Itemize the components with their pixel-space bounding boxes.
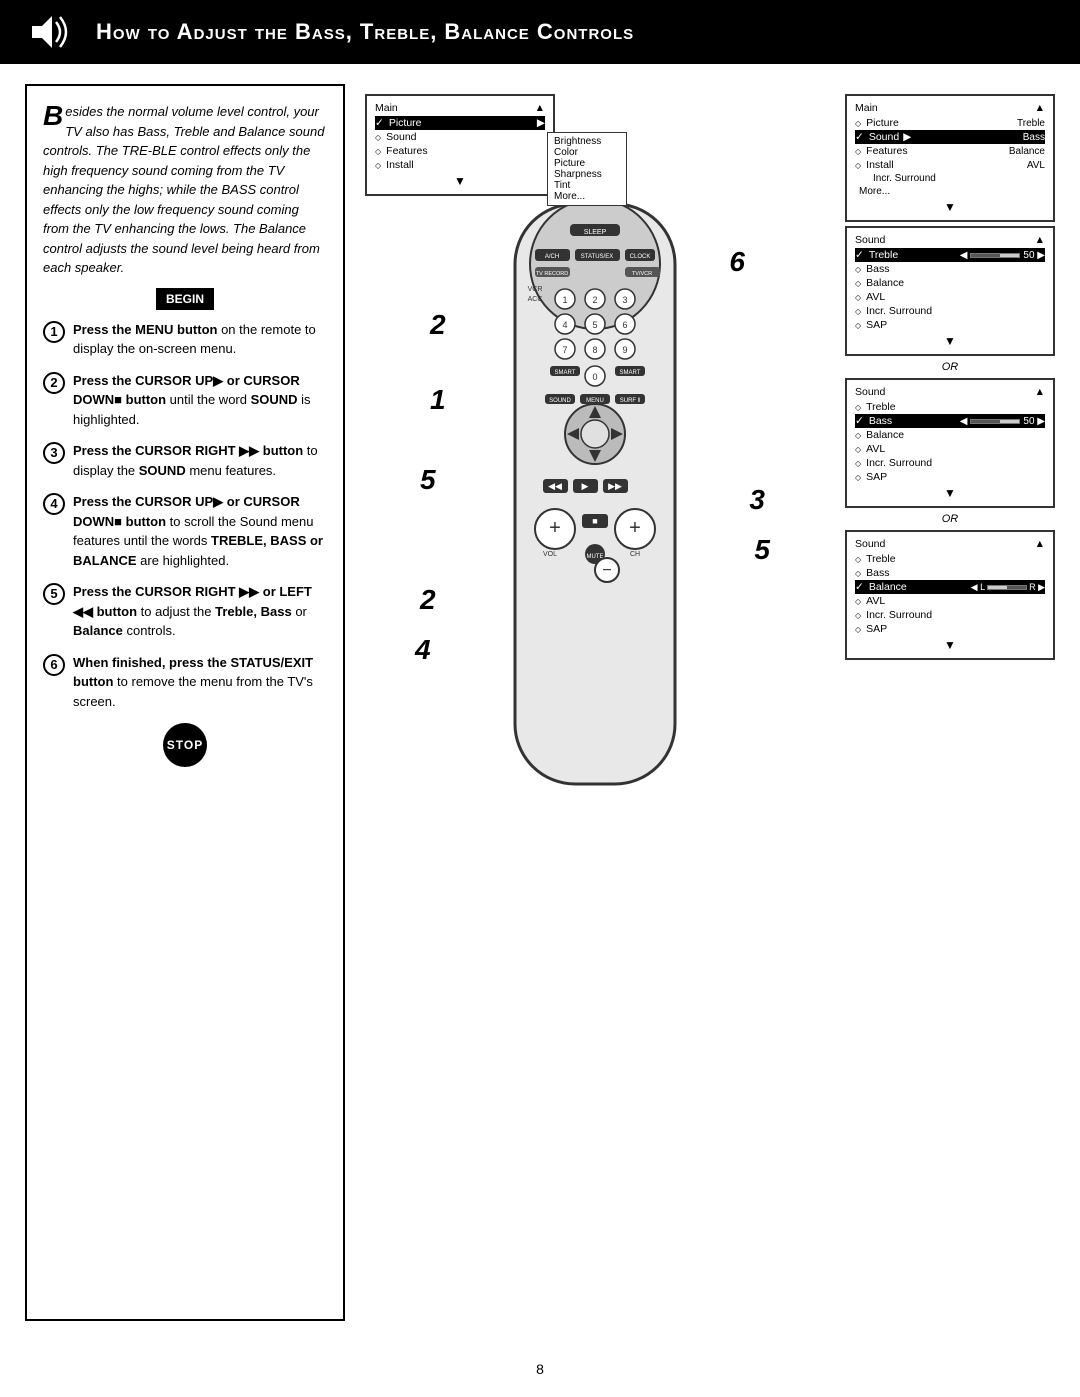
step-2: 2 Press the CURSOR UP▶ or CURSOR DOWN■ b… <box>43 371 327 430</box>
step-6-number: 6 <box>43 654 65 676</box>
or-label-2: OR <box>845 513 1055 525</box>
step-2-number: 2 <box>43 372 65 394</box>
svg-text:4: 4 <box>562 320 567 330</box>
main-menu-screen: Main ▲ ✓Picture ▶ Brightness Color Pictu… <box>365 94 535 196</box>
page-title: How to Adjust the Bass, Treble, Balance … <box>96 19 634 45</box>
svg-text:7: 7 <box>562 345 567 355</box>
right-screens: Main ▲ ◇Picture Treble ✓Sound ▶ Bass ◇Fe… <box>845 94 1055 1321</box>
svg-text:ACC: ACC <box>528 296 543 303</box>
svg-text:▶: ▶ <box>582 481 589 491</box>
svg-text:+: + <box>549 517 561 539</box>
svg-text:A/CH: A/CH <box>545 254 559 260</box>
svg-text:VOL: VOL <box>543 551 557 558</box>
drop-cap: B <box>43 102 63 130</box>
step-3-text: Press the CURSOR RIGHT ▶▶ button to disp… <box>73 441 327 480</box>
svg-text:CH: CH <box>630 551 640 558</box>
svg-text:SMART: SMART <box>620 370 641 376</box>
step-6: 6 When finished, press the STATUS/EXIT b… <box>43 653 327 712</box>
content-area: B esides the normal volume level control… <box>0 64 1080 1341</box>
svg-text:8: 8 <box>592 345 597 355</box>
svg-text:SURF ‖: SURF ‖ <box>620 398 640 404</box>
step-5: 5 Press the CURSOR RIGHT ▶▶ or LEFT ◀◀ b… <box>43 582 327 641</box>
step-6-text: When finished, press the STATUS/EXIT but… <box>73 653 327 712</box>
svg-text:TV/VCR: TV/VCR <box>632 271 652 277</box>
svg-text:−: − <box>602 562 611 579</box>
step-overlay-2a: 2 <box>430 309 446 341</box>
svg-text:+: + <box>629 517 641 539</box>
step-overlay-1: 1 <box>430 384 446 416</box>
stop-icon: STOP <box>163 723 207 767</box>
step-overlay-3: 3 <box>749 484 765 516</box>
center-panel: Main ▲ ✓Picture ▶ Brightness Color Pictu… <box>355 84 835 1321</box>
step-5-text: Press the CURSOR RIGHT ▶▶ or LEFT ◀◀ but… <box>73 582 327 641</box>
stop-badge: STOP <box>43 723 327 767</box>
step-4: 4 Press the CURSOR UP▶ or CURSOR DOWN■ b… <box>43 492 327 570</box>
svg-text:■: ■ <box>592 516 597 526</box>
step-4-text: Press the CURSOR UP▶ or CURSOR DOWN■ but… <box>73 492 327 570</box>
screen-main-sound: Main ▲ ◇Picture Treble ✓Sound ▶ Bass ◇Fe… <box>845 94 1055 222</box>
step-1: 1 Press the MENU button on the remote to… <box>43 320 327 359</box>
or-label-1: OR <box>845 361 1055 373</box>
svg-text:STATUS/EX: STATUS/EX <box>581 254 613 260</box>
left-panel: B esides the normal volume level control… <box>25 84 345 1321</box>
intro-text: B esides the normal volume level control… <box>43 102 327 278</box>
step-1-text: Press the MENU button on the remote to d… <box>73 320 327 359</box>
step-overlay-6: 6 <box>729 246 745 278</box>
step-3-number: 3 <box>43 442 65 464</box>
svg-text:3: 3 <box>622 295 627 305</box>
svg-text:2: 2 <box>592 295 597 305</box>
svg-text:VCR: VCR <box>528 286 543 293</box>
svg-text:▶▶: ▶▶ <box>608 481 622 491</box>
svg-text:SLEEP: SLEEP <box>584 229 607 236</box>
step-2-text: Press the CURSOR UP▶ or CURSOR DOWN■ but… <box>73 371 327 430</box>
svg-text:SOUND: SOUND <box>549 398 571 404</box>
svg-text:9: 9 <box>622 345 627 355</box>
svg-text:0: 0 <box>592 372 597 382</box>
page-header: How to Adjust the Bass, Treble, Balance … <box>0 0 1080 64</box>
svg-text:CLOCK: CLOCK <box>630 254 651 260</box>
step-3: 3 Press the CURSOR RIGHT ▶▶ button to di… <box>43 441 327 480</box>
step-5-number: 5 <box>43 583 65 605</box>
step-overlay-2b: 2 <box>420 584 436 616</box>
screen-sound-balance: Sound ▲ ◇Treble ◇Bass ✓Balance ◀ L R ▶ ◇… <box>845 530 1055 660</box>
svg-text:1: 1 <box>562 295 567 305</box>
screen-sound-bass: Sound ▲ ◇Treble ✓Bass ◀ 50 ▶ ◇Balance ◇A… <box>845 378 1055 508</box>
speaker-icon <box>30 12 80 52</box>
steps-list: 1 Press the MENU button on the remote to… <box>43 320 327 712</box>
svg-text:5: 5 <box>592 320 597 330</box>
svg-text:SMART: SMART <box>555 370 576 376</box>
svg-text:6: 6 <box>622 320 627 330</box>
step-overlay-4: 4 <box>415 634 431 666</box>
step-1-number: 1 <box>43 321 65 343</box>
remote-svg: SLEEP A/CH STATUS/EX CLOCK TV RECORD TV/… <box>455 194 735 874</box>
svg-text:◀◀: ◀◀ <box>548 481 562 491</box>
svg-text:TV RECORD: TV RECORD <box>536 271 568 277</box>
remote-control[interactable]: SLEEP A/CH STATUS/EX CLOCK TV RECORD TV/… <box>455 194 735 877</box>
begin-badge: BEGIN <box>156 288 214 310</box>
step-overlay-5a: 5 <box>420 464 436 496</box>
step-overlay-5b: 5 <box>754 534 770 566</box>
screen-sound-treble: Sound ▲ ✓Treble ◀ 50 ▶ ◇Bass ◇Balance ◇A… <box>845 226 1055 356</box>
page: How to Adjust the Bass, Treble, Balance … <box>0 0 1080 1397</box>
step-4-number: 4 <box>43 493 65 515</box>
page-number: 8 <box>0 1341 1080 1397</box>
